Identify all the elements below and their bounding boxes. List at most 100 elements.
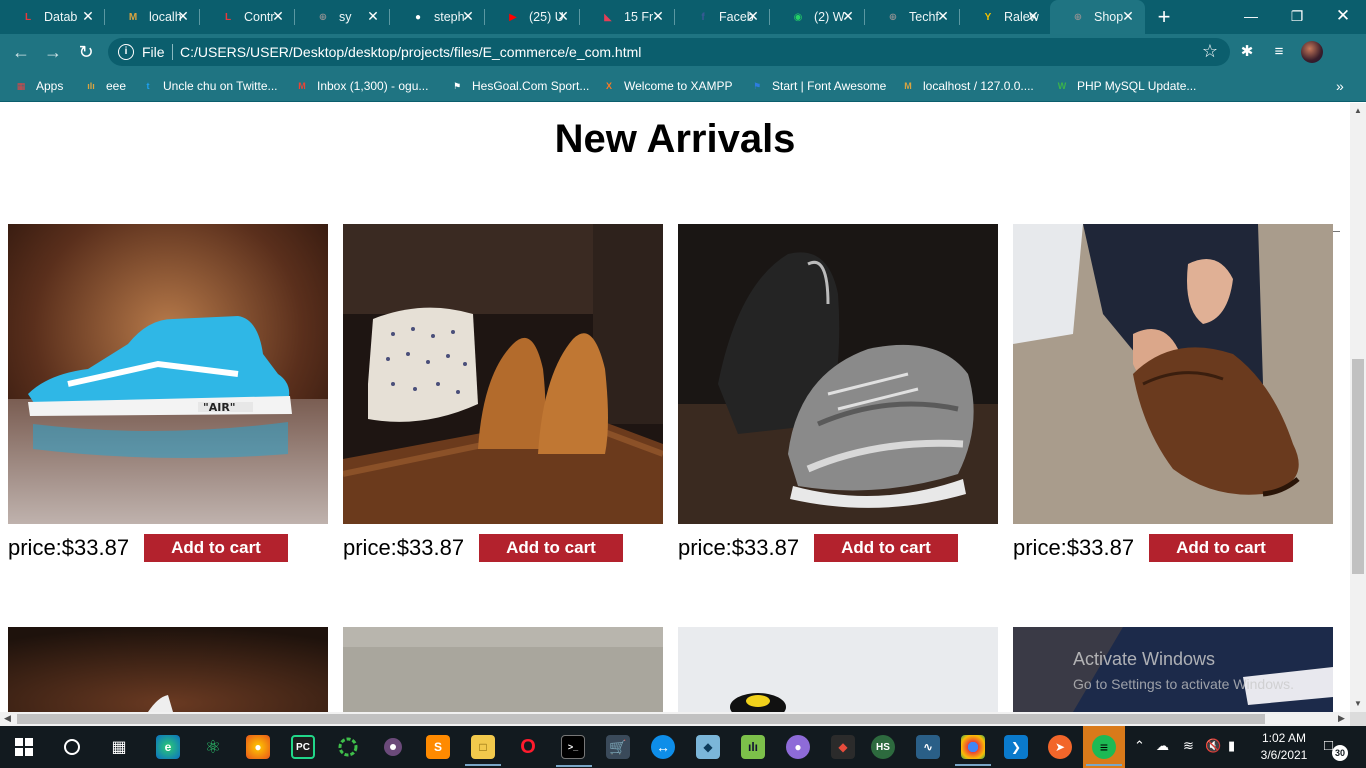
media-app-icon[interactable] bbox=[381, 735, 405, 759]
browser-tab[interactable]: ▶ (25) U ✕ bbox=[485, 0, 580, 34]
more-bookmarks-chevron-icon[interactable]: » bbox=[1336, 77, 1344, 95]
product-image[interactable] bbox=[8, 627, 328, 712]
terminal-icon[interactable]: >_ bbox=[556, 735, 592, 767]
firefox-icon[interactable]: ● bbox=[246, 735, 270, 759]
scroll-left-arrow-icon[interactable]: ◀ bbox=[4, 713, 11, 724]
mysql-workbench-icon[interactable]: ∿ bbox=[916, 735, 940, 759]
add-to-cart-button[interactable]: Add to cart bbox=[814, 534, 958, 562]
bookmark-item[interactable]: Mlocalhost / 127.0.0.... bbox=[901, 77, 1034, 95]
browser-tab[interactable]: ● steph ✕ bbox=[390, 0, 485, 34]
vertical-scroll-thumb[interactable] bbox=[1352, 359, 1364, 574]
product-image-tying-brown-shoe[interactable] bbox=[1013, 224, 1333, 524]
edge-icon[interactable]: e bbox=[156, 735, 180, 759]
browser-tab[interactable]: L Datab ✕ bbox=[0, 0, 105, 34]
github-desktop-icon[interactable]: ● bbox=[786, 735, 810, 759]
pycharm-icon[interactable]: PC bbox=[291, 735, 315, 759]
info-icon[interactable]: i bbox=[118, 44, 134, 60]
bookmark-item[interactable]: W PHP MySQL Update... bbox=[1055, 77, 1197, 95]
add-to-cart-button[interactable]: Add to cart bbox=[479, 534, 623, 562]
spotify-icon[interactable]: ≡ bbox=[1086, 735, 1122, 766]
vscode-icon[interactable]: ❯ bbox=[1004, 735, 1028, 759]
minimize-button[interactable]: — bbox=[1228, 0, 1274, 34]
browser-tab[interactable]: ◉ (2) W ✕ bbox=[770, 0, 865, 34]
battery-icon[interactable]: ▮ bbox=[1228, 738, 1235, 754]
product-image[interactable] bbox=[343, 627, 663, 712]
sublime-text-icon[interactable]: S bbox=[426, 735, 450, 759]
bookmark-item[interactable]: ▦ Apps bbox=[14, 77, 64, 95]
browser-tab[interactable]: L Contr ✕ bbox=[200, 0, 295, 34]
media-control-icon[interactable]: ≡ bbox=[1269, 42, 1289, 62]
horizontal-scrollbar[interactable]: ◀ ▶ bbox=[0, 712, 1350, 726]
bookmark-item[interactable]: M Inbox (1,300) - ogu... bbox=[295, 77, 428, 95]
virtualbox-icon[interactable]: ◆ bbox=[696, 735, 720, 759]
teamviewer-icon[interactable]: ↔ bbox=[651, 735, 675, 759]
product-image[interactable] bbox=[678, 627, 998, 712]
close-tab-icon[interactable]: ✕ bbox=[556, 9, 570, 23]
bookmark-item[interactable]: ılı eee bbox=[84, 77, 126, 95]
browser-tab[interactable]: Y Ralew ✕ bbox=[960, 0, 1050, 34]
bookmark-item[interactable]: ⚑ HesGoal.Com Sport... bbox=[450, 77, 589, 95]
forward-button[interactable]: → bbox=[42, 41, 64, 63]
git-icon[interactable]: ◆ bbox=[831, 735, 855, 759]
postman-icon[interactable]: ➤ bbox=[1048, 735, 1072, 759]
show-hidden-icons-chevron-icon[interactable]: ⌃ bbox=[1134, 738, 1145, 754]
hs-app-icon[interactable]: HS bbox=[871, 735, 895, 759]
reload-button[interactable]: ↻ bbox=[75, 41, 97, 63]
add-to-cart-button[interactable]: Add to cart bbox=[1149, 534, 1293, 562]
windows-start-icon[interactable] bbox=[12, 735, 36, 759]
maximize-button[interactable]: ❐ bbox=[1274, 0, 1320, 34]
browser-tab[interactable]: ⊕ Techf ✕ bbox=[865, 0, 960, 34]
product-image-shirts-and-brown-shoes[interactable] bbox=[343, 224, 663, 524]
browser-tab[interactable]: ⊕ sy ✕ bbox=[295, 0, 390, 34]
bookmark-item[interactable]: X Welcome to XAMPP bbox=[602, 77, 733, 95]
chart-app-icon[interactable]: ılı bbox=[741, 735, 765, 759]
close-window-button[interactable]: ✕ bbox=[1320, 0, 1366, 34]
scroll-right-arrow-icon[interactable]: ▶ bbox=[1338, 713, 1345, 724]
circle-app-icon[interactable] bbox=[336, 735, 360, 759]
volume-muted-icon[interactable]: 🔇 bbox=[1205, 738, 1221, 754]
product-image-grey-knit-sneakers[interactable] bbox=[678, 224, 998, 524]
scroll-down-arrow-icon[interactable]: ▼ bbox=[1354, 699, 1362, 708]
browser-tab[interactable]: ◣ 15 Fr ✕ bbox=[580, 0, 675, 34]
file-explorer-icon[interactable]: □ bbox=[465, 735, 501, 766]
address-bar[interactable]: i File C:/USERS/USER/Desktop/desktop/pro… bbox=[108, 38, 1230, 66]
action-center-icon[interactable]: □ 30 bbox=[1324, 737, 1348, 761]
close-tab-icon[interactable]: ✕ bbox=[461, 9, 475, 23]
close-tab-icon[interactable]: ✕ bbox=[81, 9, 95, 23]
browser-tab[interactable]: Mlocalh ✕ bbox=[105, 0, 200, 34]
close-tab-icon[interactable]: ✕ bbox=[651, 9, 665, 23]
chrome-icon[interactable] bbox=[955, 735, 991, 766]
extensions-icon[interactable]: ✱ bbox=[1237, 42, 1257, 62]
atom-icon[interactable]: ⚛ bbox=[201, 735, 225, 759]
bookmark-item[interactable]: ⚑ Start | Font Awesome bbox=[750, 77, 886, 95]
opera-icon[interactable]: O bbox=[516, 735, 540, 759]
close-tab-icon[interactable]: ✕ bbox=[746, 9, 760, 23]
close-tab-icon[interactable]: ✕ bbox=[271, 9, 285, 23]
add-to-cart-button[interactable]: Add to cart bbox=[144, 534, 288, 562]
close-tab-icon[interactable]: ✕ bbox=[1026, 9, 1040, 23]
vertical-scrollbar[interactable]: ▲ ▼ bbox=[1350, 103, 1366, 712]
close-tab-icon[interactable]: ✕ bbox=[1121, 9, 1135, 23]
scroll-up-arrow-icon[interactable]: ▲ bbox=[1354, 106, 1362, 115]
bookmark-item[interactable]: t Uncle chu on Twitte... bbox=[141, 77, 278, 95]
close-tab-icon[interactable]: ✕ bbox=[176, 9, 190, 23]
new-tab-button[interactable]: + bbox=[1153, 6, 1175, 28]
product-image-blue-sneaker[interactable]: "AIR" bbox=[8, 224, 328, 524]
bookmark-star-icon[interactable]: ☆ bbox=[1202, 41, 1218, 62]
profile-avatar[interactable] bbox=[1301, 41, 1323, 63]
taskbar-clock[interactable]: 1:02 AM 3/6/2021 bbox=[1252, 730, 1316, 764]
browser-tab[interactable]: ⊕ Shop ✕ bbox=[1050, 0, 1145, 34]
bookmark-label: Uncle chu on Twitte... bbox=[163, 79, 278, 93]
horizontal-scroll-thumb[interactable] bbox=[17, 714, 1265, 724]
close-tab-icon[interactable]: ✕ bbox=[841, 9, 855, 23]
address-url[interactable]: C:/USERS/USER/Desktop/desktop/projects/f… bbox=[180, 44, 641, 60]
close-tab-icon[interactable]: ✕ bbox=[936, 9, 950, 23]
wifi-icon[interactable]: ≋ bbox=[1183, 738, 1194, 754]
store-icon[interactable]: 🛒 bbox=[606, 735, 630, 759]
task-view-icon[interactable]: ▦ bbox=[107, 735, 131, 759]
browser-tab[interactable]: f Faceb ✕ bbox=[675, 0, 770, 34]
close-tab-icon[interactable]: ✕ bbox=[366, 9, 380, 23]
back-button[interactable]: ← bbox=[10, 41, 32, 63]
search-icon[interactable] bbox=[60, 735, 84, 759]
cloud-icon[interactable]: ☁ bbox=[1156, 738, 1169, 754]
